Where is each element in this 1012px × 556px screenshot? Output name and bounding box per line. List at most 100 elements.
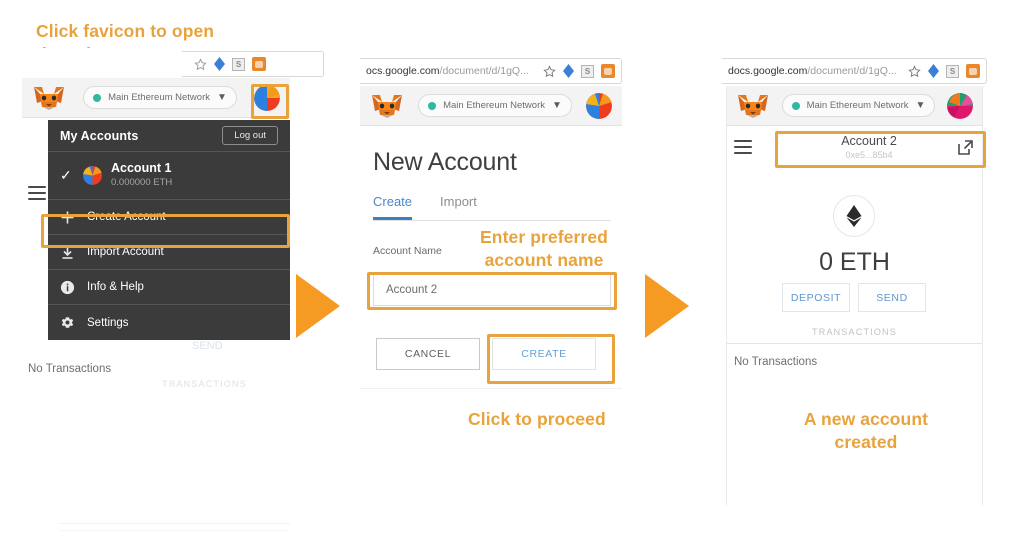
menu-item-settings[interactable]: Settings: [48, 305, 290, 340]
caption-step-2-line-1: Enter preferred: [480, 227, 608, 247]
caption-step-4-line-2: created: [834, 432, 898, 452]
create-button[interactable]: CREATE: [492, 338, 596, 370]
flow-arrow-2: [645, 274, 689, 338]
selected-check-icon: ✓: [60, 167, 72, 183]
cancel-button[interactable]: CANCEL: [376, 338, 480, 370]
wallet-diamond-icon-2[interactable]: [563, 64, 574, 78]
menu-item-create-account[interactable]: Create Account: [48, 200, 290, 235]
browser-url-bar-3[interactable]: docs.google.com/document/d/1gQ... S: [722, 58, 987, 84]
panel3-hamburger-icon[interactable]: [734, 140, 752, 154]
panel1-bottom-rule-2: [60, 530, 290, 531]
account-identicon-2[interactable]: [586, 92, 612, 119]
network-selector-3[interactable]: Main Ethereum Network ▼: [781, 94, 936, 117]
accounts-dropdown-menu: My Accounts Log out ✓ Account 1 0.000000…: [48, 120, 290, 340]
wallet-diamond-icon[interactable]: [214, 57, 225, 71]
deposit-button[interactable]: DEPOSIT: [782, 283, 850, 312]
gear-icon: [60, 315, 75, 330]
url-text-3: docs.google.com/document/d/1gQ...: [728, 65, 897, 77]
metamask-favicon-icon-3[interactable]: [966, 64, 980, 78]
account-identicon-3[interactable]: [947, 92, 973, 119]
panel1-bottom-rule: [60, 523, 290, 524]
flow-arrow-1: [296, 274, 340, 338]
tab-import[interactable]: Import: [440, 194, 477, 220]
network-status-dot-2: [428, 101, 437, 110]
menu-item-settings-label: Settings: [87, 316, 129, 329]
dropdown-account-identicon: [83, 165, 102, 185]
tab-create[interactable]: Create: [373, 194, 413, 220]
tabs-divider: [373, 220, 611, 221]
bookmark-star-icon-2[interactable]: [543, 64, 556, 78]
network-label-3: Main Ethereum Network: [806, 100, 909, 111]
dropdown-header: My Accounts Log out: [48, 120, 290, 152]
info-icon: [60, 280, 75, 295]
metamask-fox-logo-2: [370, 93, 404, 119]
menu-item-import-account[interactable]: Import Account: [48, 235, 290, 270]
metamask-fox-logo: [32, 85, 66, 111]
browser-url-bar[interactable]: S: [182, 51, 324, 77]
chevron-down-icon-3: ▼: [915, 99, 926, 111]
script-blocker-icon[interactable]: S: [232, 57, 245, 71]
network-status-dot-3: [791, 101, 800, 110]
transactions-divider: [726, 343, 983, 344]
script-blocker-icon-3[interactable]: S: [946, 64, 959, 78]
network-selector-2[interactable]: Main Ethereum Network ▼: [418, 94, 572, 117]
network-label-2: Main Ethereum Network: [443, 100, 545, 111]
network-selector[interactable]: Main Ethereum Network ▼: [83, 86, 237, 109]
dropdown-account-row[interactable]: ✓ Account 1 0.000000 ETH: [48, 152, 290, 200]
menu-item-import-account-label: Import Account: [87, 246, 164, 258]
account-name: Account 2: [841, 134, 897, 148]
bookmark-star-icon[interactable]: [194, 57, 207, 71]
download-icon: [60, 245, 75, 260]
dropdown-title: My Accounts: [60, 128, 139, 143]
menu-item-info-help[interactable]: Info & Help: [48, 270, 290, 305]
ethereum-icon: [846, 205, 862, 227]
metamask-header-bar: Main Ethereum Network ▼: [22, 78, 290, 118]
caption-step-4: A new account created: [766, 408, 966, 454]
plus-icon: [60, 210, 75, 225]
dropdown-account-name: Account 1: [111, 161, 172, 175]
ethereum-token-badge: [833, 195, 875, 237]
script-blocker-icon-2[interactable]: S: [581, 64, 594, 78]
wallet-diamond-icon-3[interactable]: [928, 64, 939, 78]
metamask-favicon-icon-2[interactable]: [601, 64, 615, 78]
account-header-row[interactable]: Account 2 0xe5...85b4: [774, 131, 964, 163]
account-balance: 0 ETH: [819, 248, 890, 276]
metamask-favicon-icon[interactable]: [252, 57, 266, 71]
metamask-header-bar-2: Main Ethereum Network ▼: [360, 86, 622, 126]
account-address: 0xe5...85b4: [845, 150, 893, 160]
form-tabs: Create Import: [373, 194, 477, 220]
url-text-2: ocs.google.com/document/d/1gQ...: [366, 65, 529, 77]
metamask-header-bar-3: Main Ethereum Network ▼: [726, 86, 983, 126]
dropdown-account-info: Account 1 0.000000 ETH: [111, 161, 172, 189]
page-title: New Account: [373, 148, 517, 176]
network-status-dot: [93, 93, 102, 102]
account-identicon[interactable]: [254, 84, 280, 111]
chevron-down-icon: ▼: [217, 91, 227, 103]
background-send-button: SEND: [192, 340, 223, 352]
no-transactions-text: No Transactions: [734, 356, 818, 368]
metamask-fox-logo-3: [736, 93, 770, 119]
browser-url-bar-2[interactable]: ocs.google.com/document/d/1gQ... S: [360, 58, 622, 84]
caption-step-2: Enter preferred account name: [465, 226, 623, 272]
external-link-icon[interactable]: [957, 139, 974, 156]
caption-step-3: Click to proceed: [468, 409, 606, 429]
chevron-down-icon-2: ▼: [552, 99, 562, 111]
log-out-button[interactable]: Log out: [222, 126, 278, 145]
send-button[interactable]: SEND: [858, 283, 926, 312]
panel1-no-transactions: No Transactions: [28, 363, 112, 375]
caption-step-4-line-1: A new account: [803, 409, 929, 429]
account-name-input[interactable]: Account 2: [373, 274, 611, 306]
panel-step-1: S Main Ethereum Network ▼ SEND TRANSACTI…: [22, 48, 324, 531]
account-name-label: Account Name: [373, 245, 442, 257]
panel1-hamburger-icon[interactable]: [28, 186, 46, 200]
caption-step-2-line-2: account name: [484, 250, 604, 270]
tutorial-figure: Click favicon to open drop down menu S: [0, 0, 1012, 556]
panel3-left-border: [726, 86, 727, 505]
transactions-section-label: TRANSACTIONS: [812, 327, 897, 337]
dropdown-account-balance: 0.000000 ETH: [111, 177, 173, 188]
background-transactions-label: TRANSACTIONS: [162, 379, 247, 389]
bookmark-star-icon-3[interactable]: [908, 64, 921, 78]
panel2-bottom-rule: [360, 388, 622, 389]
menu-item-create-account-label: Create Account: [87, 211, 166, 223]
network-label: Main Ethereum Network: [108, 92, 210, 103]
